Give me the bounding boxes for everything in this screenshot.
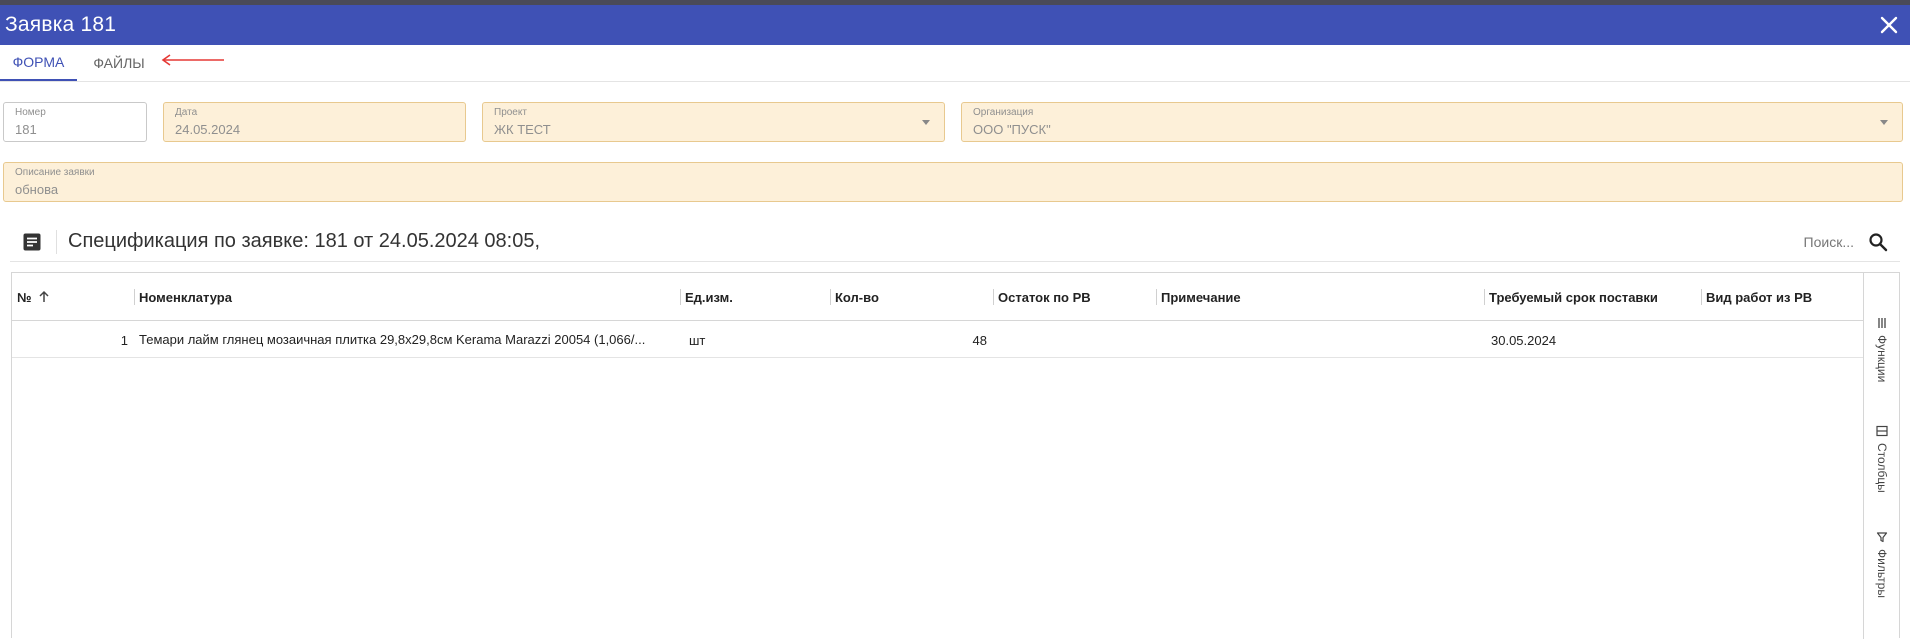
col-header-deadline[interactable]: Требуемый срок поставки	[1484, 273, 1701, 321]
col-header-unit[interactable]: Ед.изм.	[680, 273, 830, 321]
project-label: Проект	[494, 107, 527, 118]
menu-icon	[1878, 318, 1886, 328]
col-header-label: №	[17, 289, 32, 305]
cell-unit: шт	[689, 332, 706, 348]
number-value: 181	[15, 122, 37, 137]
cell-deadline: 30.05.2024	[1491, 332, 1557, 348]
tab-files[interactable]: Файлы	[84, 45, 154, 81]
number-label: Номер	[15, 107, 46, 118]
toolbar-divider	[56, 229, 57, 254]
tab-bar: Форма Файлы	[0, 45, 1910, 82]
number-field[interactable]: Номер 181	[3, 102, 147, 142]
chevron-down-icon	[922, 120, 930, 125]
side-button-label: Функции	[1875, 335, 1889, 383]
col-header-label: Кол-во	[835, 289, 879, 305]
side-button-filters[interactable]: Фильтры	[1864, 531, 1900, 598]
organization-label: Организация	[973, 107, 1034, 118]
cell-remainder	[993, 322, 1156, 358]
cell-num: 1	[120, 332, 128, 348]
columns-icon	[1876, 425, 1888, 437]
col-header-work-type[interactable]: Вид работ из РВ	[1701, 273, 1863, 321]
side-tool-panel: Функции Столбцы Фильтры	[1863, 273, 1899, 639]
project-field: Проект ЖК ТЕСТ	[482, 102, 945, 142]
col-header-label: Примечание	[1161, 289, 1241, 305]
filter-icon	[1876, 532, 1888, 543]
cell-nomenclature: Темари лайм глянец мозаичная плитка 29,8…	[139, 332, 646, 347]
sort-asc-icon	[38, 290, 49, 302]
description-field: Описание заявки обнова	[3, 162, 1903, 202]
col-header-num[interactable]: №	[12, 273, 134, 321]
chevron-down-icon	[1880, 120, 1888, 125]
col-header-nomenclature[interactable]: Номенклатура	[134, 273, 680, 321]
side-button-label: Фильтры	[1875, 549, 1889, 598]
col-header-label: Ед.изм.	[685, 289, 733, 305]
close-icon[interactable]	[1874, 10, 1904, 40]
cell-note	[1156, 322, 1484, 358]
side-button-label: Столбцы	[1875, 443, 1889, 493]
col-header-note[interactable]: Примечание	[1156, 273, 1484, 321]
col-header-label: Остаток по РВ	[998, 289, 1091, 305]
project-value: ЖК ТЕСТ	[494, 122, 551, 137]
tab-forma[interactable]: Форма	[0, 45, 77, 81]
dialog-title: Заявка 181	[5, 13, 117, 36]
cell-work-type	[1701, 322, 1863, 358]
col-header-remainder[interactable]: Остаток по РВ	[993, 273, 1156, 321]
spec-title: Спецификация по заявке: 181 от 24.05.202…	[68, 230, 541, 252]
search-input[interactable]: Поиск...	[1804, 234, 1854, 250]
table-row[interactable]: 1 Темари лайм глянец мозаичная плитка 29…	[12, 322, 1863, 358]
organization-field: Организация ООО "ПУСК"	[961, 102, 1903, 142]
grid-header: № Номенклатура Ед.изм. Кол-во Остаток по…	[12, 273, 1863, 321]
dialog-titlebar: Заявка 181	[0, 5, 1910, 45]
side-button-functions[interactable]: Функции	[1864, 317, 1900, 382]
col-header-label: Требуемый срок поставки	[1489, 289, 1658, 305]
col-header-label: Вид работ из РВ	[1706, 289, 1813, 305]
date-value: 24.05.2024	[175, 122, 241, 137]
document-icon[interactable]	[16, 226, 48, 258]
description-label: Описание заявки	[15, 167, 95, 178]
spec-grid: № Номенклатура Ед.изм. Кол-во Остаток по…	[11, 272, 1900, 639]
search-icon[interactable]	[1868, 232, 1888, 252]
cell-qty: 48	[972, 332, 987, 348]
date-label: Дата	[175, 107, 198, 118]
spec-toolbar: Спецификация по заявке: 181 от 24.05.202…	[10, 222, 1900, 262]
organization-value: ООО "ПУСК"	[973, 122, 1051, 137]
date-field: Дата 24.05.2024	[163, 102, 466, 142]
annotation-arrow-icon	[161, 54, 224, 66]
description-value: обнова	[15, 182, 59, 197]
col-header-label: Номенклатура	[139, 289, 232, 305]
col-header-qty[interactable]: Кол-во	[830, 273, 993, 321]
side-button-columns[interactable]: Столбцы	[1864, 425, 1900, 493]
